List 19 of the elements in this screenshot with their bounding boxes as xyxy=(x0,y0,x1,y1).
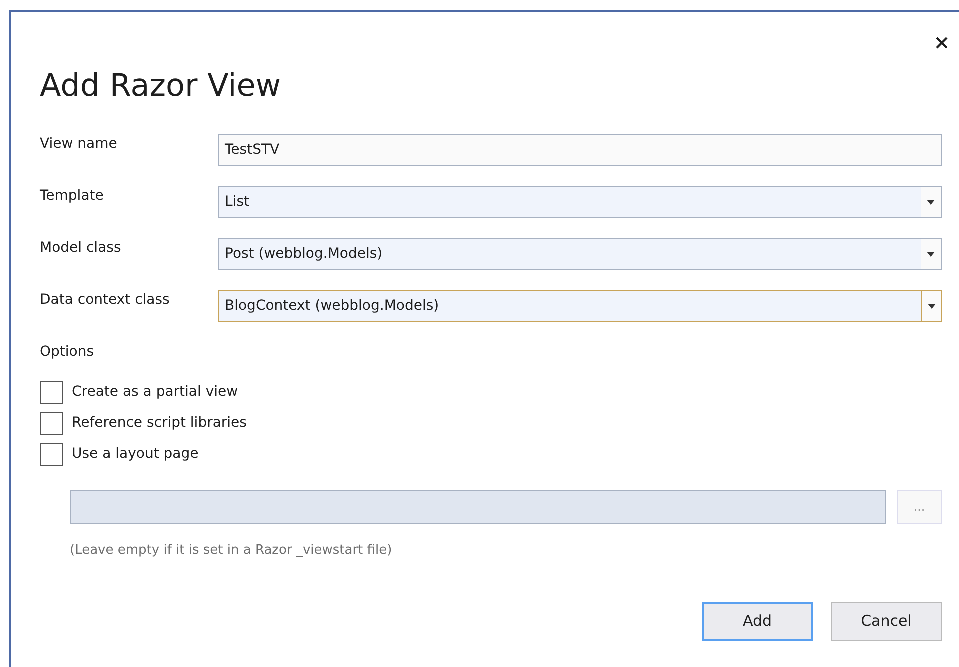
checkbox[interactable] xyxy=(40,443,63,466)
checkbox-label: Create as a partial view xyxy=(72,383,238,402)
hint-text: (Leave empty if it is set in a Razor _viewstart file) xyxy=(70,542,394,560)
options-heading: Options xyxy=(40,343,96,362)
field-label: Template xyxy=(40,186,105,206)
dialog-button[interactable]: Cancel xyxy=(831,602,942,640)
field-label: Data context class xyxy=(40,290,171,310)
dialog-button[interactable]: Add xyxy=(702,602,813,640)
dialog-title: Add Razor View xyxy=(40,67,282,106)
checkbox[interactable] xyxy=(40,412,63,435)
dropdown-field[interactable]: BlogContext (webblog.Models) xyxy=(218,290,942,322)
checkbox[interactable] xyxy=(40,381,63,404)
field-label: View name xyxy=(40,134,118,154)
checkbox-label: Reference script libraries xyxy=(72,414,247,433)
dropdown-field[interactable]: Post (webblog.Models) xyxy=(218,238,942,270)
dropdown-field[interactable]: List xyxy=(218,186,942,218)
checkbox-label: Use a layout page xyxy=(72,445,199,464)
text-field[interactable]: TestSTV xyxy=(218,134,942,166)
field-label: Model class xyxy=(40,238,122,258)
